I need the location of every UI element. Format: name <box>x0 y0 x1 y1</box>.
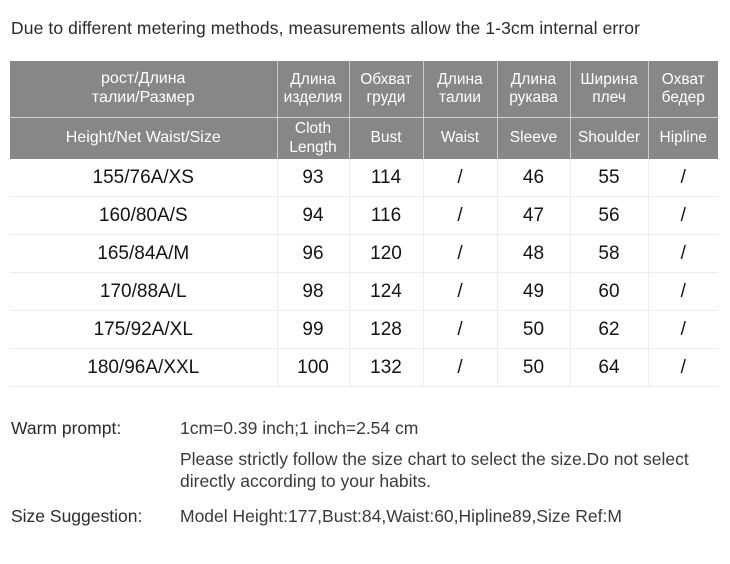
warm-prompt-label: Warm prompt: <box>11 418 122 438</box>
cell-waist: / <box>423 348 498 387</box>
header-ru-waist-line2: талии <box>439 89 481 106</box>
header-ru-sleeve: Длина рукава <box>497 61 571 118</box>
cell-hipline: / <box>648 159 718 197</box>
header-ru-cloth-length: Длина изделия <box>277 61 350 118</box>
cell-shoulder: 62 <box>570 310 649 349</box>
size-chart-advice-row: Please strictly follow the size chart to… <box>11 449 730 493</box>
header-en-bust: Bust <box>349 117 424 159</box>
header-ru-size-line2: талии/Размер <box>91 89 195 106</box>
table-header-row-ru: рост/Длина талии/Размер Длина изделия Об… <box>10 61 718 118</box>
cell-waist: / <box>423 196 498 235</box>
cell-waist: / <box>423 159 498 197</box>
cell-size: 175/92A/XL <box>10 310 278 349</box>
cell-cloth-length: 94 <box>277 196 350 235</box>
table-row: 165/84A/M 96 120 / 48 58 / <box>10 234 718 273</box>
footer-notes: Warm prompt: 1cm=0.39 inch;1 inch=2.54 c… <box>11 418 730 528</box>
table-row: 160/80A/S 94 116 / 47 56 / <box>10 196 718 235</box>
cell-hipline: / <box>648 196 718 235</box>
header-ru-shoulder-line2: плеч <box>592 89 626 106</box>
header-ru-hipline: Охват бедер <box>648 61 718 118</box>
metering-note: Due to different metering methods, measu… <box>11 18 641 38</box>
header-ru-hipline-line1: Охват <box>661 70 705 88</box>
header-en-sleeve: Sleeve <box>497 117 571 159</box>
header-ru-bust-line1: Обхват <box>360 70 412 88</box>
header-ru-bust: Обхват груди <box>349 61 424 118</box>
cell-cloth-length: 96 <box>277 234 350 273</box>
header-ru-size-line1: рост/Длина <box>101 70 186 88</box>
header-ru-waist-line1: Длина <box>437 70 483 88</box>
cell-bust: 124 <box>349 272 424 311</box>
cell-cloth-length: 99 <box>277 310 350 349</box>
cell-shoulder: 56 <box>570 196 649 235</box>
cell-sleeve: 47 <box>497 196 571 235</box>
header-en-size: Height/Net Waist/Size <box>10 117 278 159</box>
cell-size: 165/84A/M <box>10 234 278 273</box>
header-en-cloth-length: Cloth Length <box>277 117 350 159</box>
size-suggestion-value: Model Height:177,Bust:84,Waist:60,Hiplin… <box>180 506 622 527</box>
header-en-size-line1: Height/Net Waist/Size <box>65 129 221 147</box>
cell-cloth-length: 98 <box>277 272 350 311</box>
header-ru-waist: Длина талии <box>423 61 498 118</box>
header-ru-cloth-length-line2: изделия <box>283 89 343 106</box>
cell-sleeve: 46 <box>497 159 571 197</box>
header-ru-hipline-line2: бедер <box>661 89 705 106</box>
cell-bust: 132 <box>349 348 424 387</box>
cell-shoulder: 60 <box>570 272 649 311</box>
header-ru-shoulder-line1: Ширина <box>580 70 638 88</box>
size-chart-advice-text: Please strictly follow the size chart to… <box>180 448 689 491</box>
warm-prompt-value: 1cm=0.39 inch;1 inch=2.54 cm <box>180 418 419 438</box>
header-en-hipline: Hipline <box>648 117 718 159</box>
header-en-cloth-length-line2: Length <box>289 138 337 156</box>
header-en-sleeve-line1: Sleeve <box>509 129 558 147</box>
cell-waist: / <box>423 234 498 273</box>
header-ru-sleeve-line2: рукава <box>509 89 558 106</box>
table-row: 170/88A/L 98 124 / 49 60 / <box>10 272 718 311</box>
cell-sleeve: 50 <box>497 348 571 387</box>
cell-sleeve: 48 <box>497 234 571 273</box>
cell-size: 160/80A/S <box>10 196 278 235</box>
table-row: 180/96A/XXL 100 132 / 50 64 / <box>10 348 718 387</box>
cell-shoulder: 55 <box>570 159 649 197</box>
cell-sleeve: 49 <box>497 272 571 311</box>
header-en-hipline-line1: Hipline <box>659 129 707 147</box>
cell-cloth-length: 100 <box>277 348 350 387</box>
header-en-bust-line1: Bust <box>370 129 402 147</box>
table-header-row-en: Height/Net Waist/Size Cloth Length Bust … <box>10 117 718 159</box>
header-en-cloth-length-line1: Cloth <box>294 120 332 138</box>
cell-size: 180/96A/XXL <box>10 348 278 387</box>
cell-waist: / <box>423 310 498 349</box>
header-ru-cloth-length-line1: Длина <box>290 70 336 88</box>
cell-size: 155/76A/XS <box>10 159 278 197</box>
cell-size: 170/88A/L <box>10 272 278 311</box>
size-chart-table: рост/Длина талии/Размер Длина изделия Об… <box>10 61 718 387</box>
cell-cloth-length: 93 <box>277 159 350 197</box>
header-en-waist: Waist <box>423 117 498 159</box>
header-ru-size: рост/Длина талии/Размер <box>10 61 278 118</box>
cell-sleeve: 50 <box>497 310 571 349</box>
cell-hipline: / <box>648 234 718 273</box>
cell-bust: 114 <box>349 159 424 197</box>
header-ru-shoulder: Ширина плеч <box>570 61 649 118</box>
cell-bust: 128 <box>349 310 424 349</box>
header-ru-sleeve-line1: Длина <box>510 70 557 88</box>
warm-prompt-row: Warm prompt: 1cm=0.39 inch;1 inch=2.54 c… <box>11 418 730 440</box>
size-suggestion-row: Size Suggestion: Model Height:177,Bust:8… <box>11 506 730 528</box>
header-en-waist-line1: Waist <box>440 129 480 147</box>
header-en-shoulder-line1: Shoulder <box>577 129 641 147</box>
cell-shoulder: 58 <box>570 234 649 273</box>
table-row: 155/76A/XS 93 114 / 46 55 / <box>10 159 718 197</box>
header-en-shoulder: Shoulder <box>570 117 649 159</box>
cell-shoulder: 64 <box>570 348 649 387</box>
cell-hipline: / <box>648 348 718 387</box>
table-row: 175/92A/XL 99 128 / 50 62 / <box>10 310 718 349</box>
size-suggestion-label: Size Suggestion: <box>11 506 143 527</box>
cell-hipline: / <box>648 272 718 311</box>
header-ru-bust-line2: груди <box>366 89 406 106</box>
cell-bust: 120 <box>349 234 424 273</box>
cell-hipline: / <box>648 310 718 349</box>
cell-bust: 116 <box>349 196 424 235</box>
cell-waist: / <box>423 272 498 311</box>
